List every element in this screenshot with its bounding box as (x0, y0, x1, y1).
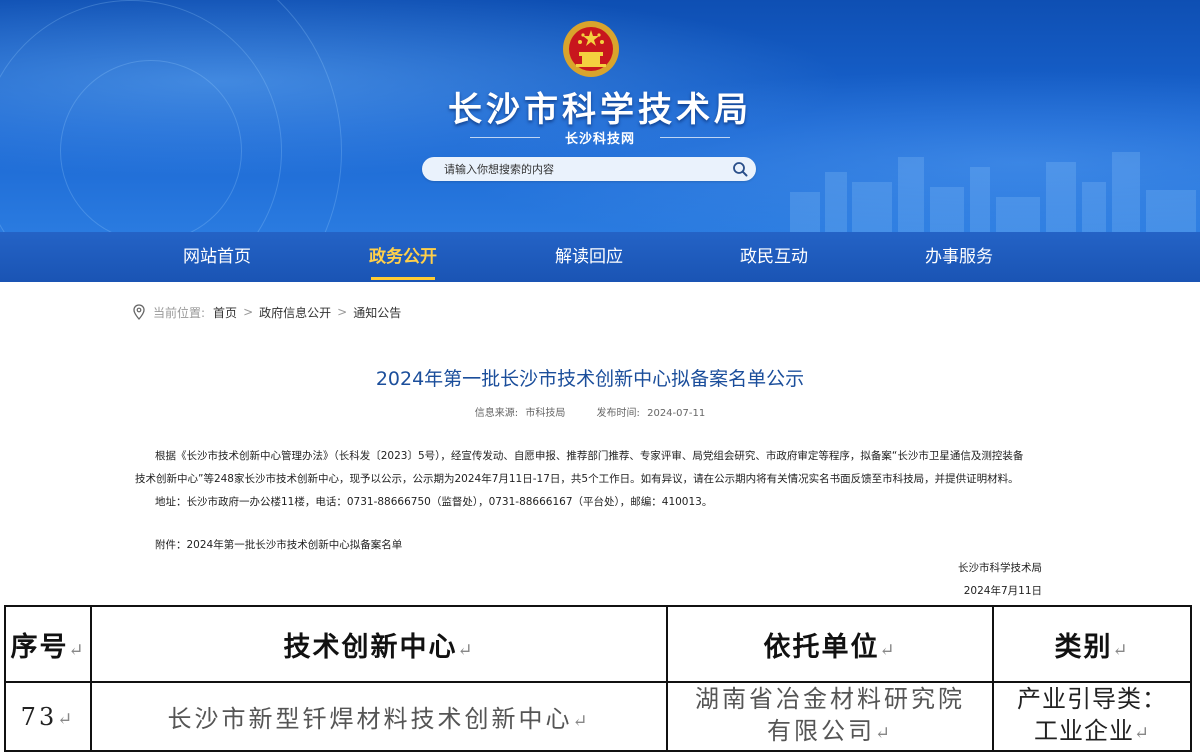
cell-line: 有限公司↵ (766, 717, 894, 745)
breadcrumb-separator: > (337, 305, 348, 319)
breadcrumb-home[interactable]: 首页 (213, 304, 237, 321)
article-title: 2024年第一批长沙市技术创新中心拟备案名单公示 (375, 368, 805, 390)
attachment-link[interactable]: 附件：2024年第一批长沙市技术创新中心拟备案名单 (155, 537, 402, 552)
cell-line: 湖南省冶金材料研究院 (695, 685, 965, 713)
site-subtitle: 长沙科技网 (564, 132, 635, 147)
source-value: 市科技局 (525, 408, 566, 419)
date-value: 2024-07-11 (647, 408, 706, 419)
date-label: 发布时间: (596, 408, 640, 419)
table-cell: 产业引导类： 工业企业↵ (992, 681, 1192, 752)
main-nav: 网站首页 政务公开 解读回应 政民互动 办事服务 (0, 232, 1200, 282)
cell-line: 工业企业↵ (1033, 717, 1151, 745)
breadcrumb-gov-info[interactable]: 政府信息公开 (259, 304, 331, 321)
cell-line: 产业引导类： (1017, 685, 1167, 713)
header-cell: 依托单位↵ (666, 605, 994, 683)
list-table: 序号↵ 技术创新中心↵ 依托单位↵ 类别↵ 73↵ 长沙市新型钎焊材料技术创新中… (4, 605, 1192, 752)
site-banner: 长沙市科学技术局 长沙科技网 (0, 0, 1200, 232)
search-box (422, 157, 756, 181)
table-cell: 73↵ (4, 681, 92, 752)
nav-item-interaction[interactable]: 政民互动 (714, 232, 834, 282)
table-header-row: 序号↵ 技术创新中心↵ 依托单位↵ 类别↵ (4, 605, 1192, 683)
source-info: 信息来源: 市科技局 (475, 408, 569, 419)
breadcrumb: 当前位置: 首页 > 政府信息公开 > 通知公告 (133, 303, 401, 321)
sign-date: 2024年7月11日 (963, 585, 1042, 597)
breadcrumb-separator: > (243, 305, 254, 319)
search-input[interactable] (422, 157, 722, 181)
nav-item-government-affairs[interactable]: 政务公开 (343, 232, 463, 282)
breadcrumb-notices[interactable]: 通知公告 (353, 304, 401, 321)
breadcrumb-label: 当前位置: (153, 305, 206, 320)
list-table-image: 序号↵ 技术创新中心↵ 依托单位↵ 类别↵ 73↵ 长沙市新型钎焊材料技术创新中… (0, 605, 1200, 752)
table-row: 73↵ 长沙市新型钎焊材料技术创新中心↵ 湖南省冶金材料研究院 有限公司↵ 产业… (4, 681, 1192, 752)
nav-item-services[interactable]: 办事服务 (899, 232, 1019, 282)
national-emblem-icon (563, 21, 619, 77)
header-cell: 序号↵ (4, 605, 92, 683)
location-pin-icon (133, 304, 145, 320)
article-meta: 信息来源: 市科技局 发布时间: 2024-07-11 (0, 404, 1180, 419)
city-skyline-decoration (790, 152, 1196, 232)
nav-item-home[interactable]: 网站首页 (157, 232, 277, 282)
signature: 长沙市科学技术局 (958, 562, 1042, 574)
body-paragraph-line: 技术创新中心”等248家长沙市技术创新中心，现予以公示，公示期为2024年7月1… (135, 473, 1019, 485)
article-body: 根据《长沙市技术创新中心管理办法》（长科发〔2023〕5号），经宣传发动、自愿申… (135, 445, 1045, 514)
header-cell: 类别↵ (992, 605, 1192, 683)
header-cell: 技术创新中心↵ (90, 605, 668, 683)
search-icon[interactable] (732, 161, 748, 177)
body-paragraph-line: 根据《长沙市技术创新中心管理办法》（长科发〔2023〕5号），经宣传发动、自愿申… (155, 450, 1024, 462)
address-line: 地址：长沙市政府一办公楼11楼，电话：0731-88666750（监督处），07… (155, 496, 713, 508)
nav-item-interpretation[interactable]: 解读回应 (529, 232, 649, 282)
table-cell: 长沙市新型钎焊材料技术创新中心↵ (90, 681, 668, 752)
source-label: 信息来源: (474, 408, 519, 419)
site-title: 长沙市科学技术局 (448, 90, 752, 130)
date-info: 发布时间: 2024-07-11 (597, 408, 706, 419)
table-cell: 湖南省冶金材料研究院 有限公司↵ (666, 681, 994, 752)
